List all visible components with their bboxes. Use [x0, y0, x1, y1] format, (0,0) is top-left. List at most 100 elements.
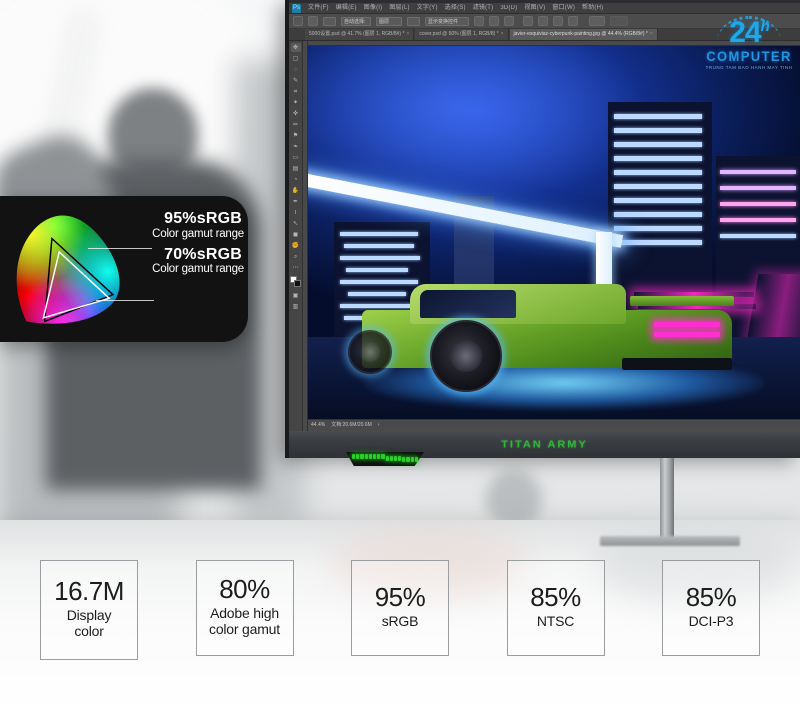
align-center-icon[interactable] — [489, 16, 499, 26]
gamut-value-95: 95%sRGB — [164, 210, 242, 227]
status-doc-size: 文档:20.6M/20.6M — [331, 422, 372, 428]
show-transform-label: 显示变换控件 — [425, 16, 469, 26]
eraser-tool-icon[interactable]: ▭ — [291, 153, 301, 162]
crop-tool-icon[interactable]: ⌗ — [291, 87, 301, 96]
spec-value: 85% — [530, 581, 581, 612]
artwork-cyberpunk-car — [308, 46, 800, 419]
more-tools-icon[interactable]: ⋯ — [291, 263, 301, 272]
menu-item-file[interactable]: 文件(F) — [308, 5, 329, 11]
artwork-car-wheel-rear — [348, 330, 392, 374]
photoshop-canvas[interactable] — [308, 46, 800, 419]
lasso-tool-icon[interactable]: ◌ — [291, 65, 301, 74]
auto-select-checkbox[interactable] — [323, 16, 336, 26]
spec-box-display-color: 16.7M Display color — [40, 560, 138, 660]
document-tab-3-label: javier-esquiviaz-cyberpunk-painting.jpg … — [513, 31, 648, 37]
align-left-icon[interactable] — [474, 16, 484, 26]
align-bottom-icon[interactable] — [553, 16, 563, 26]
pen-tool-icon[interactable]: ✒ — [291, 197, 301, 206]
shape-tool-icon[interactable]: ◼ — [291, 230, 301, 239]
history-brush-tool-icon[interactable]: ❧ — [291, 142, 301, 151]
photoshop-body: ✥ ▢ ◌ ✎ ⌗ ✦ ✜ ✏ ⚑ ❧ ▭ ▤ ◔ ✋ ✒ T ↖ ◼ ✊ ⌕ … — [289, 41, 800, 431]
photoshop-status-bar: 44.4% 文档:20.6M/20.6M › — [308, 419, 800, 431]
spec-box-adobe-rgb: 80% Adobe high color gamut — [195, 560, 294, 656]
artwork-car-taillight-1 — [654, 322, 720, 327]
status-arrow-icon[interactable]: › — [378, 423, 380, 428]
align-top-icon[interactable] — [523, 16, 533, 26]
move-tool-icon[interactable]: ✥ — [290, 43, 301, 52]
document-tab-2[interactable]: cover.psd @ 50% (图层 1, RGB/8) * × — [415, 29, 509, 40]
spec-label: DCI-P3 — [688, 613, 734, 630]
menu-item-filter[interactable]: 滤镜(T) — [473, 5, 494, 11]
blur-tool-icon[interactable]: ◔ — [291, 175, 301, 184]
more-options-icon[interactable] — [589, 16, 605, 26]
artwork-car-window — [420, 290, 516, 318]
photoshop-menubar: Ps 文件(F) 编辑(E) 图像(I) 图层(L) 文字(Y) 选择(S) 滤… — [289, 3, 800, 14]
clone-stamp-tool-icon[interactable]: ⚑ — [291, 131, 301, 140]
menu-item-type[interactable]: 文字(Y) — [417, 5, 438, 11]
menu-item-window[interactable]: 窗口(W) — [552, 5, 575, 11]
healing-brush-tool-icon[interactable]: ✜ — [291, 109, 301, 118]
eyedropper-tool-icon[interactable]: ✦ — [291, 98, 301, 107]
gamut-caption-70: Color gamut range — [152, 263, 244, 276]
background-color-swatch[interactable] — [294, 280, 301, 287]
document-tab-1-label: 5000设置.psd @ 41.7% (图层 1, RGB/8#) * — [309, 31, 405, 37]
monitor-rgb-leds — [352, 454, 418, 462]
hand-tool-icon[interactable]: ✊ — [291, 241, 301, 250]
monitor-brand-label: TITAN ARMY — [501, 439, 588, 450]
photoshop-icon[interactable]: Ps — [292, 3, 301, 13]
menu-item-view[interactable]: 视图(V) — [524, 5, 545, 11]
spec-value: 80% — [219, 573, 270, 604]
home-icon[interactable] — [293, 16, 303, 26]
menu-item-select[interactable]: 选择(S) — [445, 5, 466, 11]
gamut-value-70: 70%sRGB — [164, 245, 242, 263]
distribute-icon[interactable] — [568, 16, 578, 26]
menu-item-image[interactable]: 图像(I) — [364, 5, 383, 11]
quick-mask-icon[interactable]: ▣ — [291, 291, 301, 300]
path-select-tool-icon[interactable]: ↖ — [291, 219, 301, 228]
monitor-stand-base — [600, 536, 740, 546]
type-tool-icon[interactable]: T — [291, 208, 301, 217]
artwork-car-spoiler — [630, 296, 734, 306]
close-icon[interactable]: × — [406, 32, 409, 37]
menu-item-edit[interactable]: 编辑(E) — [336, 5, 357, 11]
layer-select-dropdown[interactable]: 图层 — [376, 16, 402, 26]
photoshop-options-bar: 自动选择: 图层 显示变换控件 — [289, 14, 800, 29]
color-gamut-card: 95%sRGB Color gamut range 70%sRGB Color … — [0, 196, 248, 342]
options-extra-icon[interactable] — [610, 16, 628, 26]
spec-box-srgb: 95% sRGB — [351, 560, 449, 656]
menu-item-help[interactable]: 帮助(H) — [582, 5, 603, 11]
marquee-tool-icon[interactable]: ▢ — [291, 54, 301, 63]
monitor: Ps 文件(F) 编辑(E) 图像(I) 图层(L) 文字(Y) 选择(S) 滤… — [285, 0, 800, 458]
screen-mode-icon[interactable]: ▥ — [291, 302, 301, 311]
dodge-tool-icon[interactable]: ✋ — [291, 186, 301, 195]
artwork-car-wheel-front — [430, 320, 502, 392]
gamut-row-95: 95%sRGB Color gamut range — [118, 210, 246, 241]
menu-item-3d[interactable]: 3D(D) — [500, 5, 517, 11]
zoom-tool-icon[interactable]: ⌕ — [291, 252, 301, 261]
auto-select-label: 自动选择: — [341, 16, 371, 26]
menu-item-layer[interactable]: 图层(L) — [389, 5, 409, 11]
align-middle-icon[interactable] — [538, 16, 548, 26]
close-icon[interactable]: × — [650, 32, 653, 37]
monitor-screen: Ps 文件(F) 编辑(E) 图像(I) 图层(L) 文字(Y) 选择(S) 滤… — [289, 3, 800, 431]
leader-line-70 — [96, 300, 154, 301]
document-tab-1[interactable]: 5000设置.psd @ 41.7% (图层 1, RGB/8#) * × — [305, 29, 415, 40]
align-right-icon[interactable] — [504, 16, 514, 26]
quick-select-tool-icon[interactable]: ✎ — [291, 76, 301, 85]
color-swatches[interactable] — [290, 276, 301, 287]
document-tab-3[interactable]: javier-esquiviaz-cyberpunk-painting.jpg … — [509, 29, 658, 40]
gradient-tool-icon[interactable]: ▤ — [291, 164, 301, 173]
gamut-caption-95: Color gamut range — [152, 227, 244, 240]
artwork-car — [348, 274, 784, 410]
show-transform-checkbox[interactable] — [407, 16, 420, 26]
close-icon[interactable]: × — [501, 32, 504, 37]
spec-box-dci-p3: 85% DCI-P3 — [662, 560, 760, 656]
move-tool-icon[interactable] — [308, 16, 318, 26]
photoshop-toolbar: ✥ ▢ ◌ ✎ ⌗ ✦ ✜ ✏ ⚑ ❧ ▭ ▤ ◔ ✋ ✒ T ↖ ◼ ✊ ⌕ … — [289, 41, 303, 431]
status-zoom-level[interactable]: 44.4% — [311, 423, 325, 428]
photoshop-document-tabs: 5000设置.psd @ 41.7% (图层 1, RGB/8#) * × co… — [289, 29, 800, 41]
artwork-car-diffuser — [622, 358, 732, 370]
brush-tool-icon[interactable]: ✏ — [291, 120, 301, 129]
gamut-text-block: 95%sRGB Color gamut range 70%sRGB Color … — [118, 210, 246, 282]
spec-boxes: 16.7M Display color 80% Adobe high color… — [0, 560, 800, 685]
